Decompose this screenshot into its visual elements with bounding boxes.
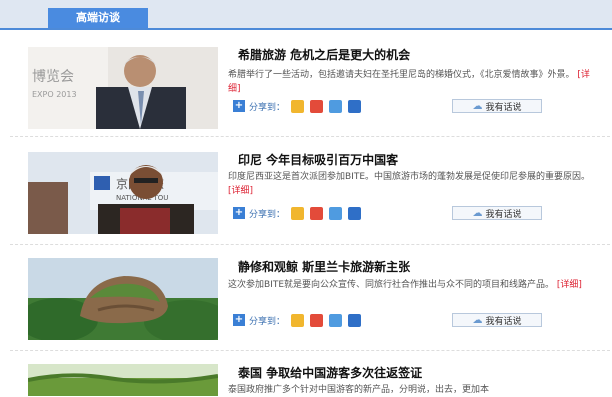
renren-share-icon[interactable]	[348, 206, 362, 220]
divider	[10, 244, 610, 245]
article-photo[interactable]: 博览会 EXPO 2013	[28, 47, 218, 129]
article-title[interactable]: 印尼 今年目标吸引百万中国客	[238, 151, 398, 168]
article-summary: 印度尼西亚这是首次派团参加BITE。中国旅游市场的蓬勃发展是促使印尼参展的重要原…	[228, 172, 591, 196]
comment-button[interactable]: ☁ 我有话说	[452, 206, 542, 220]
weibo-share-icon[interactable]	[310, 99, 324, 113]
article-summary: 这次参加BITE就是要向公众宣传、同旅行社合作推出与众不同的项目和线路产品。 […	[228, 280, 582, 290]
tencent-weibo-share-icon[interactable]	[329, 313, 343, 327]
share-bar: + 分享到：	[233, 206, 362, 220]
tencent-weibo-share-icon[interactable]	[329, 99, 343, 113]
share-label: 分享到：	[249, 102, 286, 113]
article-summary: 泰国政府推广多个针对中国游客的新产品，分明说，出去，更加本	[228, 385, 490, 395]
qzone-share-icon[interactable]	[291, 206, 305, 220]
tencent-weibo-share-icon[interactable]	[329, 206, 343, 220]
svg-text:EXPO 2013: EXPO 2013	[32, 90, 77, 99]
comment-label: 我有话说	[485, 316, 522, 327]
speech-bubble-icon: ☁	[472, 207, 483, 219]
tab-interviews[interactable]: 高端访谈	[48, 8, 148, 28]
detail-link[interactable]: [详细]	[557, 280, 582, 290]
share-bar: + 分享到：	[233, 313, 362, 327]
share-label: 分享到：	[249, 316, 286, 327]
weibo-share-icon[interactable]	[310, 313, 324, 327]
speech-bubble-icon: ☁	[472, 314, 483, 326]
article-photo[interactable]	[28, 364, 218, 396]
comment-label: 我有话说	[485, 102, 522, 113]
share-plus-icon[interactable]: +	[233, 100, 245, 112]
comment-button[interactable]: ☁ 我有话说	[452, 99, 542, 113]
renren-share-icon[interactable]	[348, 99, 362, 113]
weibo-share-icon[interactable]	[310, 206, 324, 220]
divider	[10, 350, 610, 351]
share-bar: + 分享到：	[233, 99, 362, 113]
qzone-share-icon[interactable]	[291, 99, 305, 113]
speech-bubble-icon: ☁	[472, 100, 483, 112]
article-summary: 希腊举行了一些活动，包括邀请夫妇在圣托里尼岛的梯婚仪式，《北京爱情故事》外景。 …	[228, 70, 590, 94]
share-plus-icon[interactable]: +	[233, 207, 245, 219]
comment-label: 我有话说	[485, 209, 522, 220]
detail-link[interactable]: [详细]	[228, 186, 253, 196]
share-label: 分享到：	[249, 209, 286, 220]
article-title[interactable]: 希腊旅游 危机之后是更大的机会	[238, 46, 410, 63]
svg-text:博览会: 博览会	[32, 68, 74, 85]
divider	[10, 136, 610, 137]
share-plus-icon[interactable]: +	[233, 314, 245, 326]
article-photo[interactable]: 京国际旅 NATIONAL TOU	[28, 152, 218, 234]
qzone-share-icon[interactable]	[291, 313, 305, 327]
article-photo[interactable]	[28, 258, 218, 340]
article-title[interactable]: 泰国 争取给中国游客多次往返签证	[238, 364, 422, 381]
comment-button[interactable]: ☁ 我有话说	[452, 313, 542, 327]
article-title[interactable]: 静修和观鲸 斯里兰卡旅游新主张	[238, 258, 410, 275]
renren-share-icon[interactable]	[348, 313, 362, 327]
section-header-bar: 高端访谈	[0, 0, 612, 30]
